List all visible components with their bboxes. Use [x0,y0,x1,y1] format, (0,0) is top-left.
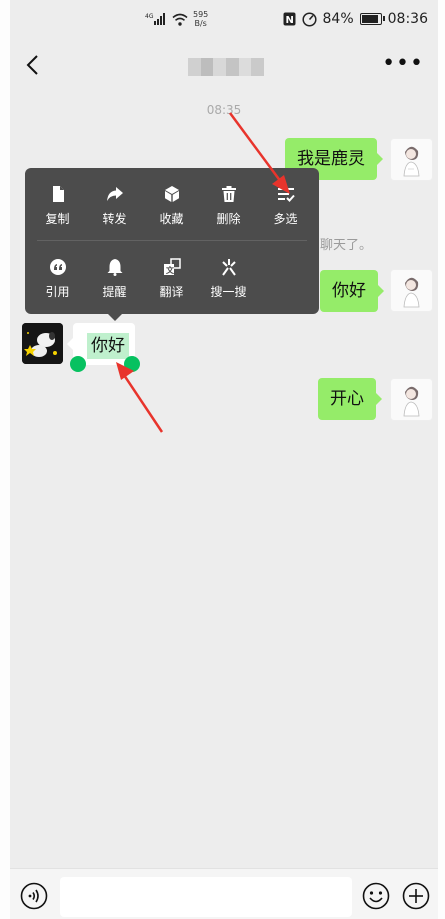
svg-text:文: 文 [166,265,175,275]
menu-item-delete[interactable]: 删除 [200,168,257,240]
selection-handle-end[interactable] [124,356,140,372]
menu-item-remind[interactable]: 提醒 [86,241,143,313]
menu-item-search[interactable]: 搜一搜 [200,241,257,313]
forward-icon [106,187,123,201]
menu-item-label: 搜一搜 [210,285,247,299]
bell-icon [107,259,122,276]
input-bar [10,868,438,919]
quote-icon [49,259,66,275]
multi-select-icon [277,188,295,202]
network-speed: 595 B/s [193,10,209,28]
menu-item-favorite[interactable]: 收藏 [143,168,200,240]
menu-item-label: 多选 [273,212,298,226]
blurred-contact-name [188,58,265,76]
menu-item-label: 引用 [45,285,70,299]
trash-icon [221,186,236,202]
my-avatar[interactable] [390,138,433,181]
battery-percent: 84% [322,11,354,27]
menu-item-label: 删除 [216,212,241,226]
plus-circle-icon[interactable] [402,882,430,910]
arrow-to-selected-text [116,362,164,433]
search-sparkle-icon [221,259,236,276]
svg-text:N: N [285,15,293,26]
message-bubble[interactable]: 开心 [318,378,382,420]
menu-item-forward[interactable]: 转发 [86,168,143,240]
menu-row: 复制 转发 收藏 删除 多选 [25,168,319,240]
svg-text:4G: 4G [145,13,154,20]
menu-item-label: 转发 [102,212,127,226]
more-dots-icon[interactable]: ••• [382,53,424,75]
chat-screen: 4G 595 B/s N 84% 08:36 ••• 08:35 我是鹿灵 聊天… [10,0,438,919]
status-bar: 4G 595 B/s N 84% 08:36 [10,0,438,40]
message-context-menu: 复制 转发 收藏 删除 多选 引用 提醒 文 翻译 搜一搜 [25,168,319,321]
contact-avatar[interactable] [22,323,63,364]
signal-icon: 4G [145,13,165,25]
selected-message-text[interactable]: 你好 [87,333,129,359]
selection-handle-start[interactable] [70,356,86,372]
nfc-icon: N [283,12,296,26]
menu-row: 引用 提醒 文 翻译 搜一搜 [25,241,319,313]
copy-icon [52,186,64,202]
menu-item-label: 收藏 [159,212,184,226]
menu-item-label: 翻译 [159,285,184,299]
clock: 08:36 [387,11,428,27]
menu-item-quote[interactable]: 引用 [29,241,86,313]
my-avatar[interactable] [390,269,433,312]
favorite-cube-icon [164,186,179,202]
my-avatar[interactable] [390,378,433,421]
menu-item-multi-select[interactable]: 多选 [257,168,314,240]
menu-item-copy[interactable]: 复制 [29,168,86,240]
voice-icon[interactable] [20,882,48,910]
system-notice: 聊天了。 [320,238,373,253]
chat-header: ••• [10,44,438,88]
chevron-left-icon[interactable] [22,52,46,78]
battery-icon [359,13,385,25]
message-input[interactable] [60,877,352,917]
menu-item-label: 复制 [45,212,70,226]
translate-icon: 文 [163,258,181,275]
menu-item-label: 提醒 [102,285,127,299]
emoji-icon[interactable] [362,882,390,910]
speedometer-icon [301,11,317,27]
message-bubble[interactable]: 你好 [320,270,384,312]
chat-timestamp: 08:35 [206,103,242,117]
wifi-icon [172,13,188,26]
menu-item-translate[interactable]: 文 翻译 [143,241,200,313]
